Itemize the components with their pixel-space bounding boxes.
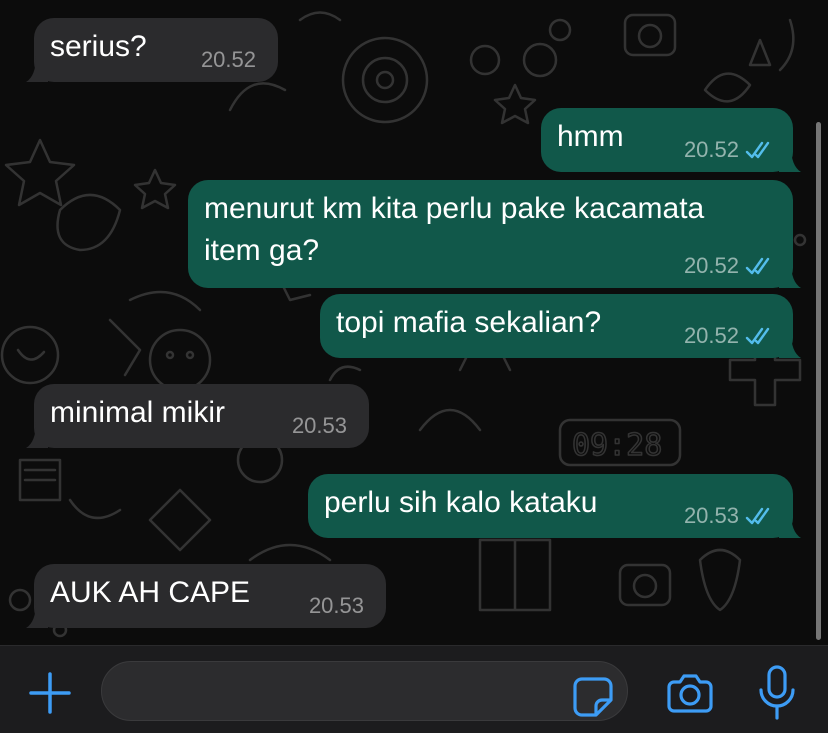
message-time: 20.52 <box>201 48 256 72</box>
sticker-icon <box>573 677 613 717</box>
bubble-tail <box>26 422 48 448</box>
message-time: 20.53 <box>684 504 773 528</box>
read-ticks-icon <box>745 257 770 275</box>
chat-screen: 09:28 serius? 20.52 hmm 20.52 menurut km… <box>0 0 828 733</box>
message-bubble-incoming[interactable]: minimal mikir 20.53 <box>26 384 369 448</box>
message-input-bar <box>0 645 828 733</box>
read-ticks-icon <box>745 507 770 525</box>
message-text: perlu sih kalo kataku <box>324 486 598 519</box>
read-ticks-icon <box>745 141 770 159</box>
message-text-line-2: item ga? <box>204 234 320 267</box>
message-time: 20.53 <box>309 594 364 618</box>
microphone-icon <box>759 665 795 720</box>
message-input[interactable] <box>101 661 628 721</box>
message-text: topi mafia sekalian? <box>336 306 602 339</box>
message-timestamp: 20.53 <box>308 593 364 618</box>
microphone-button[interactable] <box>755 664 799 722</box>
message-text: minimal mikir <box>50 396 225 429</box>
message-timestamp: 20.52 <box>683 137 739 162</box>
message-text: serius? <box>50 30 147 63</box>
message-bubble-incoming[interactable]: AUK AH CAPE 20.53 <box>26 564 386 628</box>
plus-icon <box>29 672 71 714</box>
bubble-tail <box>26 56 48 82</box>
bubble-tail <box>779 332 801 358</box>
message-text-line-1: menurut km kita perlu pake kacamata <box>204 192 705 225</box>
message-timestamp: 20.53 <box>291 413 347 438</box>
sticker-button[interactable] <box>572 676 614 718</box>
message-text: hmm <box>557 120 624 153</box>
message-bubble-outgoing[interactable]: perlu sih kalo kataku 20.53 <box>308 474 801 538</box>
bubble-tail <box>779 512 801 538</box>
camera-icon <box>667 674 713 713</box>
message-time: 20.53 <box>292 414 347 438</box>
message-timestamp: 20.52 <box>200 47 256 72</box>
message-bubble-outgoing[interactable]: topi mafia sekalian? 20.52 <box>320 294 801 358</box>
bubble-tail <box>779 262 801 288</box>
chat-scrollbar[interactable] <box>816 122 821 640</box>
message-timestamp: 20.52 <box>683 323 739 348</box>
message-list[interactable]: serius? 20.52 hmm 20.52 menurut km kita … <box>0 0 828 645</box>
message-timestamp: 20.53 <box>683 503 739 528</box>
read-ticks-icon <box>745 327 770 345</box>
message-time: 20.52 <box>684 138 773 162</box>
message-bubble-incoming[interactable]: serius? 20.52 <box>26 18 278 82</box>
attach-button[interactable] <box>28 671 72 715</box>
message-text: AUK AH CAPE <box>50 576 251 609</box>
message-timestamp: 20.52 <box>683 253 739 278</box>
message-bubble-outgoing[interactable]: menurut km kita perlu pake kacamata item… <box>188 180 801 288</box>
message-time: 20.52 <box>684 324 773 348</box>
message-time: 20.52 <box>684 254 773 278</box>
camera-button[interactable] <box>666 670 714 714</box>
bubble-tail <box>26 602 48 628</box>
bubble-tail <box>779 146 801 172</box>
message-bubble-outgoing[interactable]: hmm 20.52 <box>541 108 801 172</box>
